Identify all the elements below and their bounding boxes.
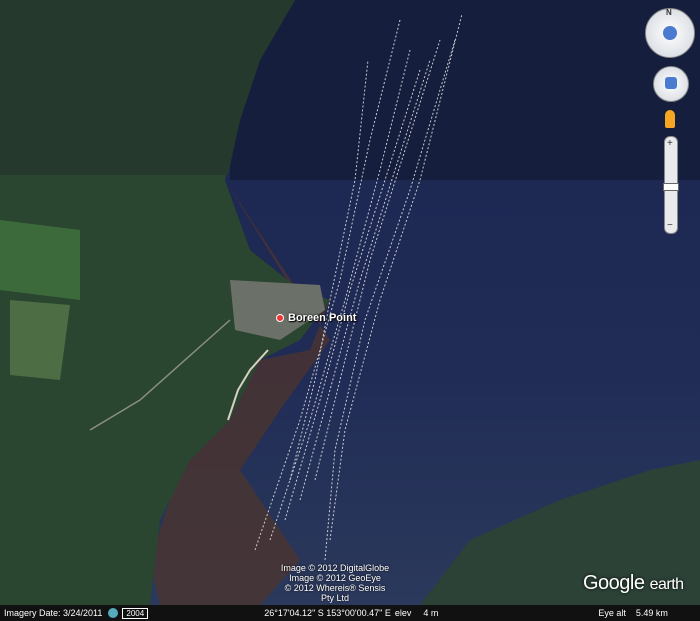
north-indicator[interactable]: N bbox=[666, 8, 672, 17]
historical-imagery-clock-icon[interactable] bbox=[108, 608, 119, 618]
logo-earth: earth bbox=[649, 576, 684, 593]
historical-year[interactable]: 2004 bbox=[122, 607, 149, 619]
eye-altitude-value: 5.49 km bbox=[635, 608, 668, 618]
elevation-label: elev bbox=[394, 608, 412, 618]
zoom-out-icon[interactable]: − bbox=[667, 221, 673, 231]
lake-upper-tile bbox=[230, 0, 700, 180]
farmland-2 bbox=[10, 300, 70, 380]
status-bar: Imagery Date: 3/24/2011 2004 26°17'04.12… bbox=[0, 605, 700, 621]
farmland bbox=[0, 220, 80, 300]
placemark-dot-icon bbox=[276, 314, 284, 322]
credit-line: Image © 2012 DigitalGlobe bbox=[280, 563, 390, 573]
look-joystick[interactable]: N bbox=[645, 8, 695, 58]
credit-line: © 2012 Whereis® Sensis Pty Ltd bbox=[284, 583, 386, 603]
map-viewport[interactable]: Boreen Point Image © 2012 DigitalGlobe I… bbox=[0, 0, 700, 621]
street-view-pegman-icon[interactable] bbox=[665, 110, 675, 128]
elevation-value: 4 m bbox=[423, 608, 439, 618]
imagery-credits: Image © 2012 DigitalGlobe Image © 2012 G… bbox=[280, 563, 390, 603]
placemark-boreen-point[interactable]: Boreen Point bbox=[276, 312, 356, 324]
move-joystick[interactable] bbox=[653, 66, 689, 102]
move-hand-icon[interactable] bbox=[665, 77, 677, 89]
eye-altitude-label: Eye alt bbox=[598, 608, 626, 618]
look-eye-icon[interactable] bbox=[663, 26, 677, 40]
google-earth-logo: Google earth bbox=[583, 572, 684, 595]
placemark-label: Boreen Point bbox=[288, 312, 357, 324]
satellite-imagery[interactable] bbox=[0, 0, 700, 621]
zoom-in-icon[interactable]: + bbox=[667, 139, 673, 149]
zoom-slider[interactable]: + − bbox=[663, 136, 679, 234]
imagery-date: Imagery Date: 3/24/2011 bbox=[4, 608, 103, 618]
navigation-controls: N + − bbox=[645, 8, 695, 234]
coordinates: 26°17'04.12" S 153°00'00.47" E bbox=[264, 608, 391, 618]
zoom-slider-thumb[interactable] bbox=[663, 183, 679, 191]
logo-google: Google bbox=[583, 572, 645, 594]
credit-line: Image © 2012 GeoEye bbox=[289, 573, 381, 583]
